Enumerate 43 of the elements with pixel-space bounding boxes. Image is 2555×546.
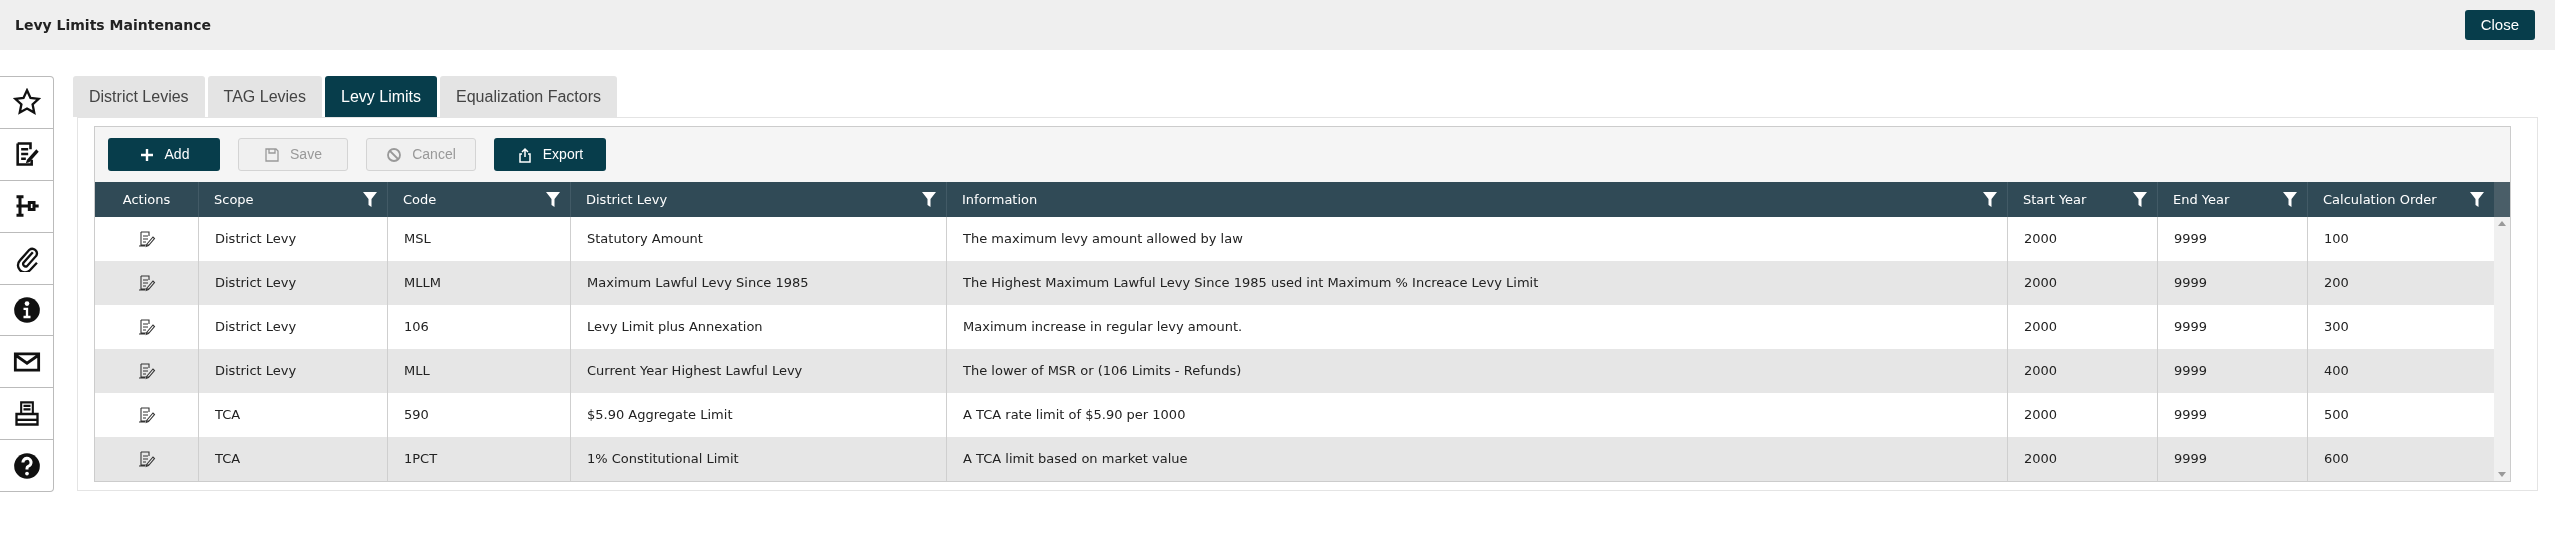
column-header: Start Year [2023, 190, 2087, 209]
column-header: Calculation Order [2323, 190, 2437, 209]
table-cell: 9999 [2157, 437, 2307, 481]
edit-icon[interactable] [137, 230, 156, 248]
column-header: Code [403, 190, 437, 209]
edit-icon[interactable] [137, 274, 156, 292]
column-header: Actions [122, 190, 171, 209]
filter-icon[interactable] [922, 192, 936, 207]
column-header: Information [962, 190, 1038, 209]
header-corner [2494, 182, 2510, 217]
plus-icon [138, 146, 155, 163]
table-cell: A TCA limit based on market value [946, 437, 2007, 481]
filter-icon[interactable] [2133, 192, 2147, 207]
table-cell: 2000 [2007, 437, 2157, 481]
tab[interactable]: Equalization Factors [440, 76, 617, 117]
edit-icon[interactable] [137, 362, 156, 380]
filter-icon[interactable] [546, 192, 560, 207]
column-header: End Year [2173, 190, 2230, 209]
info-icon[interactable] [12, 295, 41, 324]
toolbar-button[interactable]: Export [494, 138, 606, 171]
star-icon[interactable] [12, 88, 41, 117]
edit-icon[interactable] [137, 450, 156, 468]
prohibited-icon [386, 146, 403, 163]
table-cell: 1PCT [387, 437, 570, 481]
printer-icon[interactable] [12, 399, 41, 428]
filter-icon[interactable] [363, 192, 377, 207]
column-header: Scope [214, 190, 254, 209]
table-cell: TCA [198, 437, 387, 481]
window-title: Levy Limits Maintenance [15, 15, 212, 35]
edit-icon[interactable] [137, 318, 156, 336]
column-header: District Levy [586, 190, 668, 209]
tab[interactable]: District Levies [73, 76, 205, 117]
export-icon [516, 146, 533, 163]
edit-icon[interactable] [137, 406, 156, 424]
close-button[interactable]: Close [2464, 10, 2535, 40]
toolbar-button[interactable]: Add [108, 138, 220, 171]
table-cell: 1% Constitutional Limit [570, 437, 946, 481]
filter-icon[interactable] [2283, 192, 2297, 207]
help-icon[interactable] [12, 451, 41, 480]
filter-icon[interactable] [2470, 192, 2484, 207]
filter-icon[interactable] [1983, 192, 1997, 207]
tab[interactable]: TAG Levies [207, 76, 322, 117]
tab[interactable]: Levy Limits [325, 76, 437, 117]
